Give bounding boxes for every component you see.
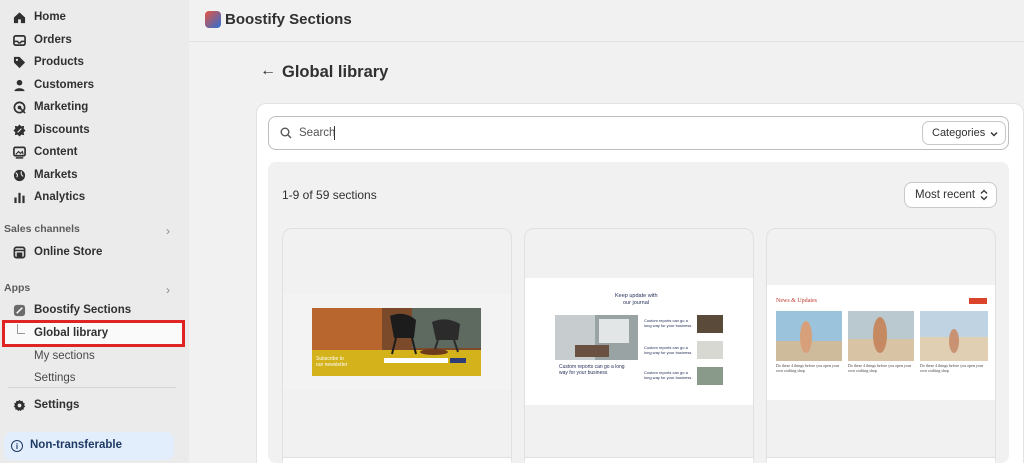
sort-label: Most recent: [915, 189, 976, 201]
chevron-right-icon[interactable]: ›: [166, 283, 170, 297]
journal-item-text: Custom reports can go a long way for you…: [644, 370, 692, 380]
journal-preview[interactable]: Keep update with our journal Custom repo…: [525, 278, 753, 405]
info-icon: i: [11, 440, 23, 452]
globe-icon: [12, 168, 26, 182]
nav-discounts[interactable]: Discounts: [0, 119, 189, 141]
search-placeholder: Search: [299, 127, 336, 139]
search-icon: [280, 127, 292, 142]
newsletter-line2: our newsletter: [316, 362, 348, 368]
nav-home[interactable]: Home: [0, 6, 189, 28]
nav-boostify-sections[interactable]: Boostify Sections: [0, 299, 189, 321]
app-logo-icon: [205, 11, 221, 28]
news-view-all-button[interactable]: [969, 298, 987, 304]
home-icon: [12, 10, 26, 24]
newsletter-preview[interactable]: Subscribe to our newsletter: [283, 294, 511, 390]
nav-label: Settings: [34, 372, 76, 384]
journal-title-line1: Keep update with: [615, 293, 658, 299]
tile-footer: [525, 457, 753, 463]
store-icon: [12, 245, 26, 259]
search-input[interactable]: Search: [268, 116, 1009, 150]
app-icon: [12, 303, 26, 317]
nav-label: Markets: [34, 169, 78, 181]
nav-label: Discounts: [34, 124, 90, 136]
nav-customers[interactable]: Customers: [0, 74, 189, 96]
news-preview[interactable]: News & Updates Do these 4 things before …: [767, 285, 995, 400]
nav-orders[interactable]: Orders: [0, 29, 189, 51]
nav-label: Marketing: [34, 101, 89, 113]
journal-feature-image: [555, 315, 638, 360]
news-caption: Do these 4 things before you open your o…: [848, 363, 912, 373]
nav-label: Customers: [34, 79, 95, 91]
categories-dropdown[interactable]: Categories: [922, 121, 1006, 145]
nav-my-sections[interactable]: My sections: [0, 345, 189, 367]
journal-title-line2: our journal: [623, 300, 649, 306]
nav-global-library[interactable]: Global library: [0, 322, 189, 344]
chevron-down-icon: [989, 128, 999, 142]
nav-online-store[interactable]: Online Store: [0, 241, 189, 263]
sales-channels-heading: Sales channels: [4, 223, 80, 235]
nav-analytics[interactable]: Analytics: [0, 186, 189, 208]
tag-icon: [12, 55, 26, 69]
nav-label: Global library: [34, 327, 109, 339]
nav-products[interactable]: Products: [0, 51, 189, 73]
tile-footer: [767, 457, 995, 463]
chevron-right-icon[interactable]: ›: [166, 224, 170, 238]
categories-label: Categories: [932, 127, 986, 139]
image-icon: [12, 145, 26, 159]
news-images: [776, 311, 988, 361]
page-title: Global library: [282, 63, 389, 81]
gear-icon: [12, 398, 26, 412]
journal-feature-text: Custom reports can go a long way for you…: [559, 364, 625, 376]
person-icon: [12, 78, 26, 92]
discount-icon: [12, 123, 26, 137]
journal-item-text: Custom reports can go a long way for you…: [644, 345, 692, 355]
results-count: 1-9 of 59 sections: [282, 188, 377, 202]
nav-label: My sections: [34, 350, 95, 362]
sort-chevrons-icon: [979, 189, 989, 204]
sort-dropdown[interactable]: Most recent: [904, 182, 997, 208]
nav-label: Online Store: [34, 246, 103, 258]
news-title: News & Updates: [776, 298, 817, 304]
tile-footer: [283, 457, 511, 463]
divider: [8, 387, 176, 388]
nav-label: Home: [34, 11, 66, 23]
non-transferable-label: Non-transferable: [30, 439, 123, 451]
app-title: Boostify Sections: [225, 11, 352, 28]
inbox-icon: [12, 33, 26, 47]
nav-label: Boostify Sections: [34, 304, 132, 316]
text-caret: [334, 126, 335, 140]
nav-label: Analytics: [34, 191, 86, 203]
nav-settings[interactable]: Settings: [0, 394, 189, 416]
news-caption: Do these 4 things before you open your o…: [776, 363, 840, 373]
non-transferable-banner[interactable]: i Non-transferable: [4, 432, 174, 460]
nav-label: Settings: [34, 399, 80, 411]
nav-label: Content: [34, 146, 78, 158]
nav-app-settings[interactable]: Settings: [0, 367, 189, 389]
nav-content[interactable]: Content: [0, 141, 189, 163]
nav-label: Orders: [34, 34, 72, 46]
target-icon: [12, 100, 26, 114]
sidebar: Home Orders Products Customers Marketing…: [0, 0, 189, 463]
bar-chart-icon: [12, 190, 26, 204]
back-arrow-icon[interactable]: ←: [260, 62, 276, 80]
nav-label: Products: [34, 56, 84, 68]
journal-thumbnails: [697, 315, 723, 385]
nav-marketing[interactable]: Marketing: [0, 96, 189, 118]
nav-markets[interactable]: Markets: [0, 164, 189, 186]
news-caption: Do these 4 things before you open your o…: [920, 363, 984, 373]
apps-heading: Apps: [4, 282, 31, 294]
journal-item-text: Custom reports can go a long way for you…: [644, 318, 692, 328]
